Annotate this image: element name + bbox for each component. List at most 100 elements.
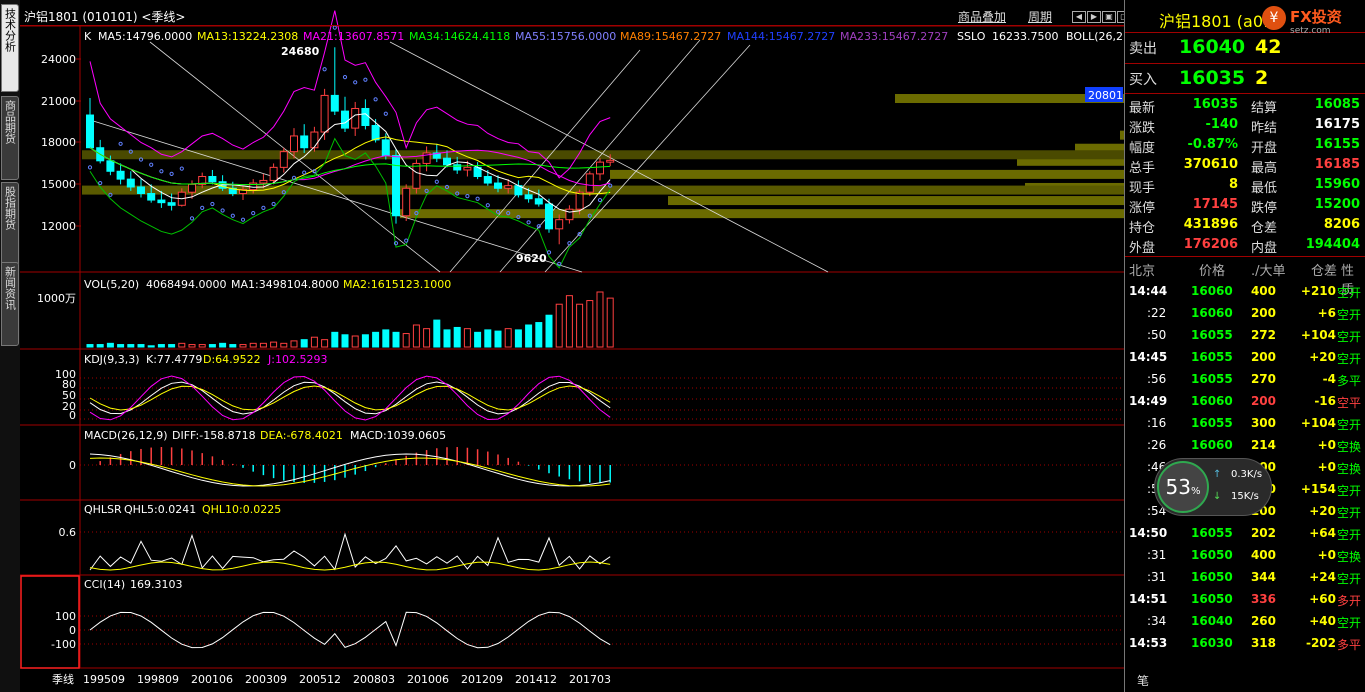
tab-label: 商品期货 bbox=[3, 100, 17, 144]
volume-bar bbox=[576, 303, 584, 348]
qhlsr-legend-qhl10: QHL10:0.0225 bbox=[202, 503, 281, 516]
tab-commodity-futures[interactable]: 商品期货 bbox=[1, 96, 19, 180]
tick-time: 14:53 bbox=[1129, 636, 1168, 650]
tick-price: 16030 bbox=[1191, 636, 1233, 650]
candle-body bbox=[116, 170, 125, 180]
sar-dot bbox=[373, 97, 378, 102]
tick-row[interactable]: :31 16050 344 +24 空开 bbox=[1125, 566, 1365, 588]
tick-row[interactable]: 14:53 16030 318 -202 多平 bbox=[1125, 632, 1365, 654]
tick-position-change: +20 bbox=[1309, 350, 1336, 364]
sar-dot bbox=[536, 224, 541, 229]
price-zone-bar bbox=[82, 150, 1124, 160]
stat-label: 跌停 bbox=[1251, 201, 1278, 216]
cci-tick: 100 bbox=[55, 610, 76, 623]
candle-body bbox=[575, 191, 584, 210]
upload-speed: 0.3K/s bbox=[1231, 469, 1263, 480]
volume-bar bbox=[321, 339, 329, 348]
period-button[interactable]: 周期 bbox=[1028, 8, 1052, 25]
tick-row[interactable]: 14:44 16060 400 +210 空开 bbox=[1125, 280, 1365, 302]
tick-row[interactable]: :26 16060 214 +0 空换 bbox=[1125, 434, 1365, 456]
tick-volume: 344 bbox=[1250, 570, 1276, 584]
buy-volume: 2 bbox=[1255, 67, 1269, 89]
volume-bar bbox=[402, 333, 410, 348]
volume-bar bbox=[259, 342, 267, 348]
high-annotation: 24680 bbox=[281, 45, 320, 58]
volume-bar bbox=[565, 295, 573, 348]
x-tick: 199809 bbox=[137, 673, 179, 686]
sar-dot bbox=[230, 213, 235, 218]
vol-legend-ma1: MA1:3498104.8000 bbox=[231, 278, 339, 291]
tick-row[interactable]: :56 16055 270 -4 多平 bbox=[1125, 368, 1365, 390]
tick-time: 14:51 bbox=[1129, 592, 1168, 606]
sar-dot bbox=[322, 67, 327, 72]
sar-dot bbox=[393, 241, 399, 246]
stat-label: 仓差 bbox=[1251, 221, 1278, 236]
candle-body bbox=[402, 187, 411, 217]
tick-time: :16 bbox=[1147, 416, 1167, 430]
tick-row[interactable]: 14:45 16055 200 +20 空开 bbox=[1125, 346, 1365, 368]
candle-body bbox=[585, 173, 594, 193]
volume-bar bbox=[310, 336, 318, 348]
tick-time: 14:45 bbox=[1129, 350, 1168, 364]
stat-value: 194404 bbox=[1305, 237, 1360, 252]
tick-type: 空平 bbox=[1337, 396, 1362, 410]
candle-body bbox=[137, 186, 145, 195]
x-tick: 201412 bbox=[515, 673, 557, 686]
candle-body bbox=[524, 194, 533, 200]
arrow-left-icon[interactable]: ◀ bbox=[1072, 11, 1086, 23]
x-tick: 200803 bbox=[353, 673, 395, 686]
candle-body bbox=[167, 202, 176, 206]
volume-bar bbox=[341, 334, 349, 348]
volume-bar bbox=[382, 329, 390, 348]
tick-row[interactable]: 14:51 16050 336 +60 多开 bbox=[1125, 588, 1365, 610]
candle-body bbox=[555, 219, 564, 230]
tick-row[interactable]: :22 16060 200 +6 空开 bbox=[1125, 302, 1365, 324]
stat-value: -0.87% bbox=[1187, 137, 1239, 152]
buy-row[interactable]: 买入 16035 2 bbox=[1129, 67, 1361, 89]
y-tick: 12000 bbox=[41, 220, 76, 233]
volume-bar bbox=[178, 342, 186, 348]
vol-unit: 1000万 bbox=[37, 292, 76, 305]
tick-price: 16060 bbox=[1191, 438, 1233, 452]
volume-bar bbox=[137, 344, 145, 348]
stat-label: 持仓 bbox=[1129, 221, 1156, 236]
arrow-right-icon[interactable]: ▶ bbox=[1087, 11, 1101, 23]
tab-technical-analysis[interactable]: 技术分析 bbox=[1, 4, 19, 92]
sar-dot bbox=[302, 170, 307, 175]
tick-time: :22 bbox=[1147, 306, 1167, 320]
logo-text: FX投资 bbox=[1290, 8, 1342, 26]
tick-row[interactable]: :16 16055 300 +104 空开 bbox=[1125, 412, 1365, 434]
sell-row[interactable]: 卖出 16040 42 bbox=[1129, 36, 1361, 58]
volume-bar bbox=[596, 291, 604, 348]
volume-bar bbox=[453, 326, 461, 348]
tick-row[interactable]: :31 16050 400 +0 空换 bbox=[1125, 544, 1365, 566]
stat-label: 现手 bbox=[1129, 181, 1156, 196]
stat-label: 开盘 bbox=[1251, 141, 1278, 156]
logo-icon: ¥ bbox=[1262, 6, 1286, 30]
kdj-legend-name: KDJ(9,3,3) bbox=[84, 353, 140, 366]
tick-volume: 270 bbox=[1250, 372, 1276, 386]
qhl5-line bbox=[89, 532, 611, 571]
tick-row[interactable]: :50 16055 272 +104 空开 bbox=[1125, 324, 1365, 346]
x-axis-period[interactable]: 季线 bbox=[52, 672, 74, 686]
tick-row[interactable]: 14:49 16060 200 -16 空平 bbox=[1125, 390, 1365, 412]
tick-volume: 214 bbox=[1250, 438, 1276, 452]
zoom-icon[interactable]: ▣ bbox=[1102, 11, 1116, 23]
candle-body bbox=[351, 107, 360, 129]
tick-price: 16050 bbox=[1191, 570, 1233, 584]
stat-label: 涨停 bbox=[1129, 201, 1156, 216]
legend-ma144: MA144:15467.2727 bbox=[727, 30, 835, 43]
tab-news[interactable]: 新闻资讯 bbox=[1, 262, 19, 346]
tick-type: 空开 bbox=[1337, 506, 1362, 520]
tab-index-futures[interactable]: 股指期货 bbox=[1, 182, 19, 266]
legend-ma5: MA5:14796.0000 bbox=[98, 30, 192, 43]
tick-row[interactable]: :34 16040 260 +40 空开 bbox=[1125, 610, 1365, 632]
overlay-button[interactable]: 商品叠加 bbox=[958, 8, 1006, 25]
network-gauge[interactable]: 53% ↑ 0.3K/s ↓ 15K/s bbox=[1154, 458, 1272, 516]
sar-dot bbox=[138, 157, 144, 162]
volume-bar bbox=[474, 331, 482, 348]
bottom-tab[interactable]: 笔 bbox=[1137, 672, 1149, 689]
tick-row[interactable]: 14:50 16055 202 +64 空开 bbox=[1125, 522, 1365, 544]
volume-bar bbox=[157, 344, 165, 348]
price-tag-box: 20801 bbox=[1085, 87, 1123, 102]
